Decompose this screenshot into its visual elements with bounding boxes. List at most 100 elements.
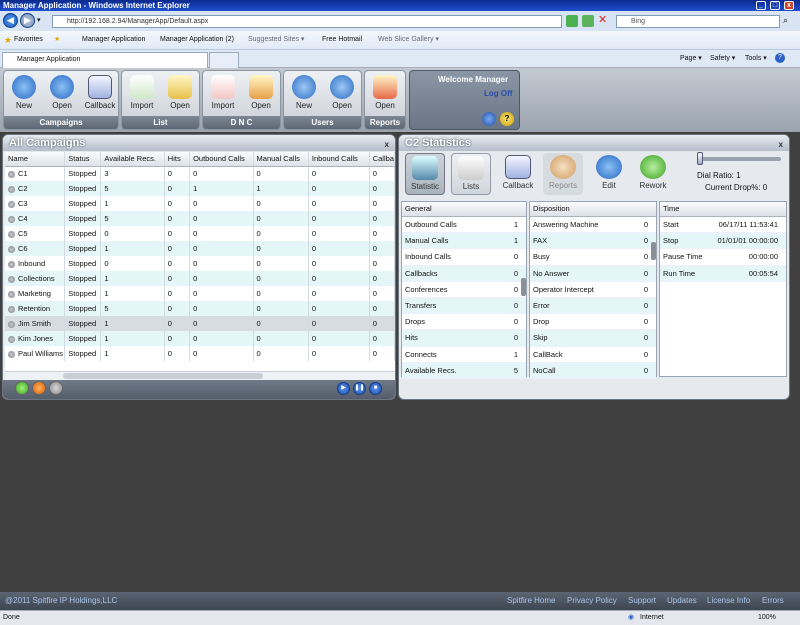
- fav-link-web-slice-gallery[interactable]: Web Slice Gallery ▾: [378, 35, 439, 45]
- column-header[interactable]: Hits: [164, 152, 191, 167]
- import-dnc-button[interactable]: Import: [205, 75, 241, 115]
- fav-link-manager-app[interactable]: Manager Application: [82, 35, 145, 45]
- cell-text: 0: [193, 169, 198, 179]
- import-list-button[interactable]: Import: [124, 75, 160, 115]
- table-row[interactable]: C3 Stopped 1 0 0 0 0 0: [5, 196, 395, 211]
- dial-ratio-slider[interactable]: [697, 152, 781, 165]
- browser-tab[interactable]: Manager Application: [2, 52, 208, 68]
- main-toolbar: New Open Callback Campaigns Import Open …: [0, 68, 800, 132]
- maximize-icon[interactable]: □: [770, 1, 780, 10]
- play-icon[interactable]: ▶: [337, 382, 350, 395]
- cell-text: C3: [18, 199, 28, 208]
- favorites-button[interactable]: Favorites: [14, 35, 43, 45]
- footer-link-privacy-policy[interactable]: Privacy Policy: [567, 592, 617, 610]
- column-header[interactable]: Status: [64, 152, 102, 167]
- column-header[interactable]: Manual Calls: [253, 152, 309, 167]
- table-cell: Stopped: [64, 256, 102, 271]
- status-orange-icon[interactable]: [32, 381, 46, 395]
- table-row[interactable]: C1 Stopped 3 0 0 0 0 0: [5, 166, 395, 181]
- cell-text: 0: [167, 349, 172, 358]
- back-icon[interactable]: ◀: [3, 13, 18, 28]
- footer-link-support[interactable]: Support: [628, 592, 656, 610]
- fav-link-manager-app-2[interactable]: Manager Application (2): [160, 35, 234, 45]
- cell-text: Stopped: [68, 334, 97, 343]
- footer-link-spitfire-home[interactable]: Spitfire Home: [507, 592, 555, 610]
- logoff-link[interactable]: Log Off: [484, 89, 512, 98]
- cell-text: 0: [193, 214, 198, 223]
- column-header[interactable]: Name: [5, 152, 66, 167]
- new-campaign-button[interactable]: New: [6, 75, 42, 115]
- open-list-button[interactable]: Open: [162, 75, 198, 115]
- horizontal-scrollbar[interactable]: [5, 371, 395, 380]
- table-row[interactable]: Retention Stopped 5 0 0 0 0 0: [5, 301, 395, 316]
- tab-lists[interactable]: Lists: [451, 153, 491, 195]
- page-menu[interactable]: Page ▾: [680, 54, 702, 62]
- open-user-button[interactable]: Open: [324, 75, 360, 115]
- cell-text: 0: [167, 289, 172, 298]
- table-row[interactable]: Collections Stopped 1 0 0 0 0 0: [5, 271, 395, 286]
- table-row[interactable]: C6 Stopped 1 0 0 0 0 0: [5, 241, 395, 256]
- footer-link-license-info[interactable]: License Info: [707, 592, 750, 610]
- search-input[interactable]: Bing: [616, 15, 780, 28]
- list-item: Answering Machine 0: [530, 217, 656, 234]
- open-dnc-button[interactable]: Open: [243, 75, 279, 115]
- slider-thumb[interactable]: [697, 152, 703, 165]
- add-favorite-icon[interactable]: ★: [54, 35, 60, 45]
- cell-text: 0: [372, 199, 377, 208]
- campaign-status-dot-icon: [8, 200, 15, 208]
- table-cell: 0: [164, 226, 191, 241]
- callback-button[interactable]: Callback: [82, 75, 118, 115]
- tab-edit[interactable]: Edit: [589, 153, 629, 195]
- url-input[interactable]: http://192.168.2.94/ManagerApp/Default.a…: [52, 15, 562, 28]
- tab-statistic[interactable]: Statistic: [405, 153, 445, 195]
- footer-link-errors[interactable]: Errors: [762, 592, 784, 610]
- column-header[interactable]: Callba: [369, 152, 395, 167]
- open-reports-button[interactable]: Open: [367, 75, 403, 115]
- close-panel-icon[interactable]: x: [779, 137, 783, 153]
- close-panel-icon[interactable]: x: [385, 137, 389, 153]
- forward-icon[interactable]: ▶: [20, 13, 35, 28]
- refresh-icon[interactable]: [582, 15, 594, 27]
- column-header[interactable]: Inbound Calls: [308, 152, 370, 167]
- pause-icon[interactable]: ❚❚: [353, 382, 366, 395]
- status-gray-icon[interactable]: [49, 381, 63, 395]
- fav-link-free-hotmail[interactable]: Free Hotmail: [322, 35, 362, 45]
- history-dropdown-icon[interactable]: ▾: [37, 16, 41, 24]
- search-icon[interactable]: ⌕: [783, 15, 788, 26]
- open-campaign-button[interactable]: Open: [44, 75, 80, 115]
- table-row[interactable]: C4 Stopped 5 0 0 0 0 0: [5, 211, 395, 226]
- general-scroll-handle[interactable]: [521, 278, 526, 296]
- table-row[interactable]: C5 Stopped 0 0 0 0 0 0: [5, 226, 395, 241]
- group-label: Users: [284, 116, 361, 129]
- compat-view-icon[interactable]: [566, 15, 578, 27]
- table-row[interactable]: C2 Stopped 5 0 1 1 0 0: [5, 181, 395, 196]
- fav-link-suggested-sites[interactable]: Suggested Sites ▾: [248, 35, 304, 45]
- tools-menu[interactable]: Tools ▾: [745, 54, 767, 62]
- scrollbar-thumb[interactable]: [63, 373, 263, 379]
- settings-gear-icon[interactable]: [482, 112, 496, 126]
- stop-campaign-icon[interactable]: ■: [369, 382, 382, 395]
- help-icon[interactable]: ?: [775, 53, 785, 63]
- tab-rework[interactable]: Rework: [633, 153, 673, 195]
- column-header[interactable]: Outbound Calls: [189, 152, 254, 167]
- footer-link-updates[interactable]: Updates: [667, 592, 697, 610]
- tab-callback[interactable]: Callback: [498, 153, 538, 195]
- tab-reports[interactable]: Reports: [543, 153, 583, 195]
- table-row[interactable]: Inbound Stopped 0 0 0 0 0 0: [5, 256, 395, 271]
- disposition-scroll-handle[interactable]: [651, 242, 656, 260]
- stop-icon[interactable]: ✕: [598, 14, 607, 26]
- help-question-icon[interactable]: ?: [500, 112, 514, 126]
- close-icon[interactable]: x: [784, 1, 794, 10]
- column-header[interactable]: Available Recs.: [100, 152, 165, 167]
- table-row[interactable]: Marketing Stopped 1 0 0 0 0 0: [5, 286, 395, 301]
- zoom-level[interactable]: 100%: [758, 611, 776, 625]
- cell-text: 0: [372, 274, 377, 283]
- table-row[interactable]: Kim Jones Stopped 1 0 0 0 0 0: [5, 331, 395, 346]
- new-user-button[interactable]: New: [286, 75, 322, 115]
- safety-menu[interactable]: Safety ▾: [710, 54, 735, 62]
- new-tab-button[interactable]: [209, 52, 239, 68]
- minimize-icon[interactable]: _: [756, 1, 766, 10]
- table-row[interactable]: Jim Smith Stopped 1 0 0 0 0 0: [5, 316, 395, 331]
- table-row[interactable]: Paul Williams Stopped 1 0 0 0 0 0: [5, 346, 395, 361]
- status-green-icon[interactable]: [15, 381, 29, 395]
